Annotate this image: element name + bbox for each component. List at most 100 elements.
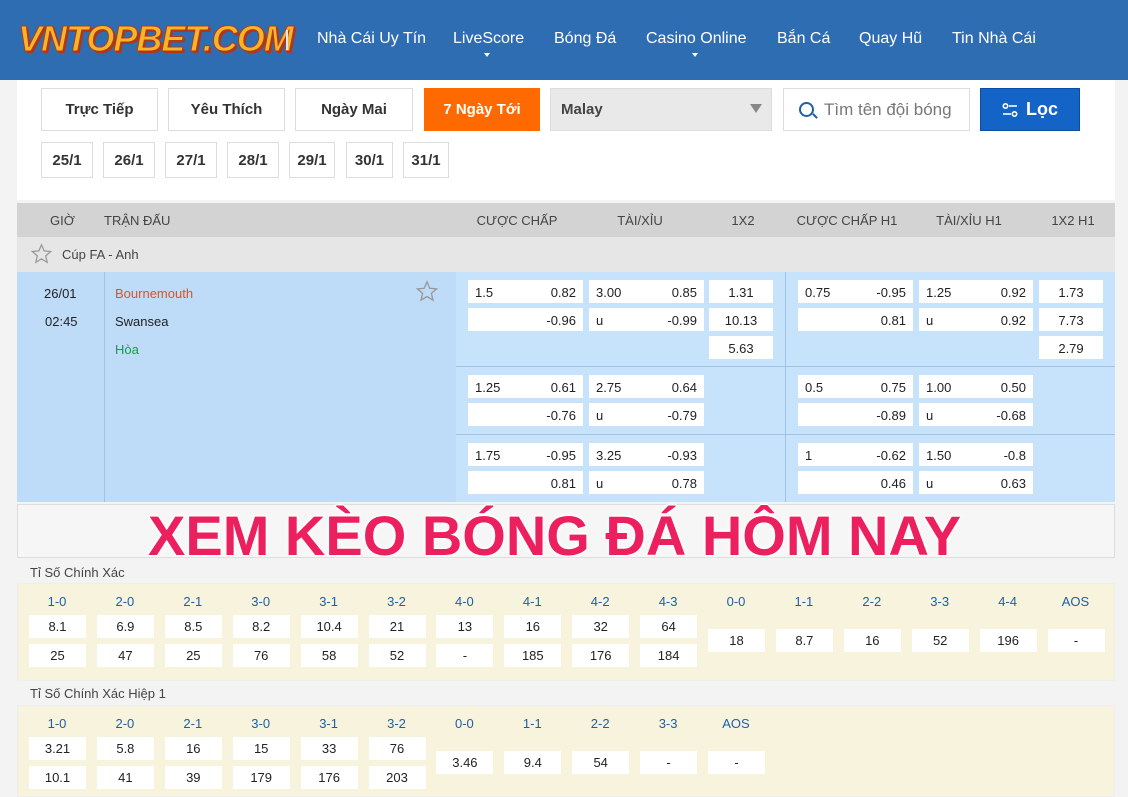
over-h1-cell[interactable]: 1.00 0.50 — [919, 375, 1033, 398]
score-odds-cell[interactable]: - — [708, 751, 765, 774]
handicap-home-cell[interactable]: 1.5 0.82 — [468, 280, 583, 303]
filter-tab-2[interactable]: Ngày Mai — [295, 88, 413, 131]
filter-button[interactable]: Lọc — [980, 88, 1080, 131]
1x2-cell[interactable]: 10.13 — [709, 308, 773, 331]
score-odds-cell[interactable]: 10.4 — [300, 615, 358, 638]
score-odds-cell[interactable]: 76 — [368, 737, 426, 760]
date-button-0[interactable]: 25/1 — [41, 142, 93, 178]
score-odds-cell[interactable]: 8.1 — [29, 615, 86, 638]
league-row[interactable] — [17, 237, 1115, 272]
nav-item-6[interactable]: Tin Nhà Cái — [952, 30, 1036, 48]
score-odds-cell[interactable]: 8.5 — [164, 615, 222, 638]
score-odds-cell[interactable]: 15 — [232, 737, 290, 760]
1x2-h1-cell[interactable]: 2.79 — [1039, 336, 1103, 359]
over-h1-cell[interactable]: 1.25 0.92 — [919, 280, 1033, 303]
score-odds-cell[interactable]: 47 — [96, 644, 154, 667]
nav-item-3[interactable]: Casino Online — [646, 30, 747, 48]
score-odds-cell[interactable]: 32 — [572, 615, 630, 638]
1x2-h1-cell[interactable]: 7.73 — [1039, 308, 1103, 331]
score-odds-cell[interactable]: - — [1047, 629, 1105, 652]
score-odds-cell[interactable]: 39 — [164, 766, 222, 789]
score-odds-cell[interactable]: 184 — [640, 644, 698, 667]
handicap-away-cell[interactable]: -0.76 — [468, 403, 583, 426]
away-team[interactable]: Swansea — [115, 314, 168, 329]
nav-item-4[interactable]: Bắn Cá — [777, 30, 830, 48]
nav-item-1[interactable]: LiveScore — [453, 30, 524, 48]
date-button-3[interactable]: 28/1 — [227, 142, 279, 178]
filter-tab-3[interactable]: 7 Ngày Tới — [424, 88, 540, 131]
nav-item-0[interactable]: Nhà Cái Uy Tín — [317, 30, 426, 48]
score-odds-cell[interactable]: 16 — [843, 629, 901, 652]
over-cell[interactable]: 2.75 0.64 — [589, 375, 704, 398]
score-odds-cell[interactable]: 25 — [29, 644, 86, 667]
score-odds-cell[interactable]: - — [640, 751, 698, 774]
score-odds-cell[interactable]: 54 — [572, 751, 630, 774]
score-odds-cell[interactable]: 9.4 — [504, 751, 562, 774]
handicap-h1-home-cell[interactable]: 0.75 -0.95 — [798, 280, 913, 303]
score-odds-cell[interactable]: 64 — [640, 615, 698, 638]
date-button-5[interactable]: 30/1 — [346, 142, 393, 178]
score-odds-cell[interactable]: 6.9 — [96, 615, 154, 638]
under-h1-cell[interactable]: u -0.68 — [919, 403, 1033, 426]
1x2-cell[interactable]: 1.31 — [709, 280, 773, 303]
score-odds-cell[interactable]: 25 — [164, 644, 222, 667]
date-button-2[interactable]: 27/1 — [165, 142, 217, 178]
score-odds-cell[interactable]: 41 — [96, 766, 154, 789]
score-odds-cell[interactable]: 185 — [504, 644, 562, 667]
1x2-cell[interactable]: 5.63 — [709, 336, 773, 359]
score-odds-cell[interactable]: - — [436, 644, 494, 667]
filter-tab-0[interactable]: Trực Tiếp — [41, 88, 158, 131]
over-cell[interactable]: 3.00 0.85 — [589, 280, 704, 303]
score-odds-cell[interactable]: 33 — [300, 737, 358, 760]
under-h1-cell[interactable]: u 0.92 — [919, 308, 1033, 331]
score-odds-cell[interactable]: 5.8 — [96, 737, 154, 760]
handicap-h1-away-cell[interactable]: 0.81 — [798, 308, 913, 331]
under-h1-cell[interactable]: u 0.63 — [919, 471, 1033, 494]
over-h1-cell[interactable]: 1.50 -0.8 — [919, 443, 1033, 466]
under-cell[interactable]: u 0.78 — [589, 471, 704, 494]
score-odds-cell[interactable]: 3.21 — [29, 737, 86, 760]
score-odds-cell[interactable]: 21 — [368, 615, 426, 638]
score-odds-cell[interactable]: 176 — [300, 766, 358, 789]
handicap-home-cell[interactable]: 1.75 -0.95 — [468, 443, 583, 466]
score-odds-cell[interactable]: 3.46 — [436, 751, 494, 774]
handicap-home-cell[interactable]: 1.25 0.61 — [468, 375, 583, 398]
score-odds-cell[interactable]: 16 — [164, 737, 222, 760]
score-odds-cell[interactable]: 13 — [436, 615, 494, 638]
odds-format-select[interactable]: Malay — [550, 88, 772, 131]
score-odds-cell[interactable]: 76 — [232, 644, 290, 667]
handicap-away-cell[interactable]: -0.96 — [468, 308, 583, 331]
score-odds-cell[interactable]: 16 — [504, 615, 562, 638]
handicap-away-cell[interactable]: 0.81 — [468, 471, 583, 494]
score-odds-cell[interactable]: 58 — [300, 644, 358, 667]
site-logo[interactable]: VNTOPBET.COM — [18, 18, 295, 60]
score-odds-cell[interactable]: 176 — [572, 644, 630, 667]
1x2-h1-cell[interactable]: 1.73 — [1039, 280, 1103, 303]
under-cell[interactable]: u -0.79 — [589, 403, 704, 426]
score-odds-cell[interactable]: 203 — [368, 766, 426, 789]
over-cell[interactable]: 3.25 -0.93 — [589, 443, 704, 466]
score-odds-cell[interactable]: 52 — [911, 629, 969, 652]
match-favorite-star-icon[interactable] — [415, 280, 439, 303]
score-label: 1-0 — [47, 594, 67, 609]
score-odds-cell[interactable]: 18 — [708, 629, 765, 652]
score-odds-cell[interactable]: 196 — [979, 629, 1037, 652]
handicap-h1-away-cell[interactable]: -0.89 — [798, 403, 913, 426]
league-favorite-star-icon[interactable] — [30, 243, 53, 265]
nav-item-5[interactable]: Quay Hũ — [859, 30, 922, 48]
score-odds-cell[interactable]: 52 — [368, 644, 426, 667]
handicap-h1-home-cell[interactable]: 1 -0.62 — [798, 443, 913, 466]
nav-item-2[interactable]: Bóng Đá — [554, 30, 616, 48]
date-button-6[interactable]: 31/1 — [403, 142, 449, 178]
score-odds-cell[interactable]: 8.2 — [232, 615, 290, 638]
handicap-h1-away-cell[interactable]: 0.46 — [798, 471, 913, 494]
date-button-1[interactable]: 26/1 — [103, 142, 155, 178]
date-button-4[interactable]: 29/1 — [289, 142, 335, 178]
score-odds-cell[interactable]: 8.7 — [775, 629, 833, 652]
score-odds-cell[interactable]: 179 — [232, 766, 290, 789]
under-cell[interactable]: u -0.99 — [589, 308, 704, 331]
score-odds-cell[interactable]: 10.1 — [29, 766, 86, 789]
home-team[interactable]: Bournemouth — [115, 286, 193, 301]
handicap-h1-home-cell[interactable]: 0.5 0.75 — [798, 375, 913, 398]
filter-tab-1[interactable]: Yêu Thích — [168, 88, 285, 131]
